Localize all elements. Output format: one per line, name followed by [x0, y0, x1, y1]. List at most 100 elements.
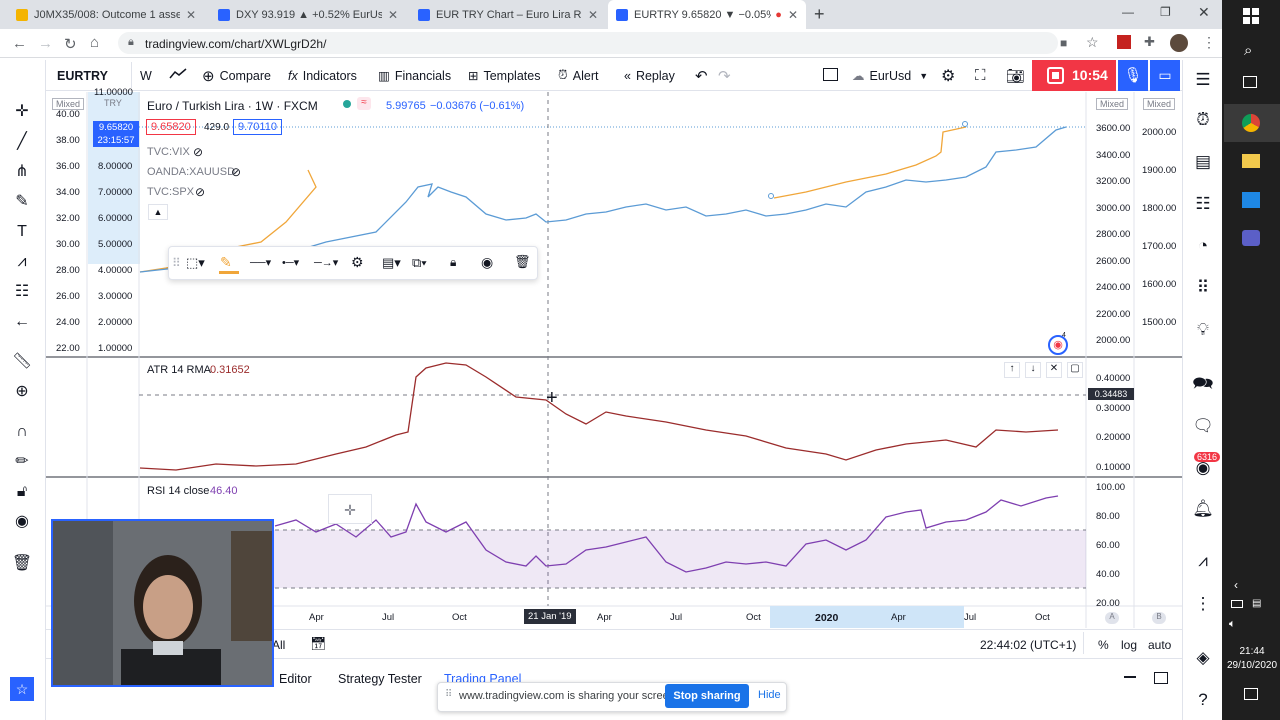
- crosshair-tool-icon[interactable]: ✛: [8, 101, 36, 123]
- close-icon[interactable]: ✕: [186, 8, 196, 22]
- delete-drawing-trash-icon[interactable]: 🗑︎: [514, 254, 531, 270]
- new-tab-icon[interactable]: +: [814, 4, 825, 25]
- scale-b-letter[interactable]: B: [1152, 612, 1166, 624]
- back-arrow-icon[interactable]: ←: [12, 35, 27, 52]
- lock-drawing-icon[interactable]: 🔒︎: [450, 255, 456, 270]
- alert-button[interactable]: ⏰︎ Alert: [558, 60, 598, 91]
- chat-icon[interactable]: 🗪︎: [1191, 372, 1215, 396]
- grid-dots-icon[interactable]: ⠿: [1191, 276, 1215, 300]
- zoom-in-icon[interactable]: ⊕: [8, 381, 36, 403]
- window-close-icon[interactable]: ✕: [1198, 4, 1210, 21]
- range-all-button[interactable]: All: [272, 638, 285, 652]
- timezone-clock[interactable]: 22:44:02 (UTC+1): [980, 638, 1076, 652]
- favorites-star-icon[interactable]: ☆: [10, 677, 34, 701]
- hidden-eye-icon[interactable]: ⊘: [195, 185, 205, 199]
- windows-start-icon[interactable]: [1243, 8, 1259, 24]
- overlay-vix-label[interactable]: TVC:VIX: [147, 146, 190, 158]
- pen-color-icon[interactable]: ✎: [220, 254, 232, 271]
- tab-pine-editor[interactable]: Editor: [279, 672, 312, 686]
- go-to-date-calendar-icon[interactable]: 📅︎: [310, 636, 327, 652]
- line-style-icon[interactable]: ──▾: [250, 256, 271, 269]
- lock-icon[interactable]: 🔒︎: [128, 36, 134, 49]
- browser-menu-icon[interactable]: ⋮: [1202, 34, 1216, 51]
- minimize-icon[interactable]: —: [1122, 5, 1134, 19]
- log-scale-toggle[interactable]: log: [1121, 638, 1137, 652]
- task-view-icon[interactable]: [1243, 76, 1257, 88]
- settings-gear-icon[interactable]: ⚙: [941, 60, 955, 91]
- browser-tab-4-active[interactable]: EURTRY 9.65820 ▼ −0.05% F ● ✕: [608, 0, 806, 29]
- drag-handle-icon[interactable]: ⠿: [172, 256, 181, 270]
- remove-drawings-trash-icon[interactable]: 🗑︎: [8, 553, 36, 575]
- home-icon[interactable]: ⌂: [90, 34, 99, 51]
- percent-scale-toggle[interactable]: %: [1098, 638, 1109, 652]
- close-icon[interactable]: ✕: [588, 8, 598, 22]
- line-width-icon[interactable]: •─▾: [282, 256, 299, 269]
- photos-icon[interactable]: [1242, 192, 1260, 208]
- move-pane-down-icon[interactable]: ↓: [1025, 362, 1041, 378]
- line-end-icon[interactable]: ─→▾: [314, 256, 338, 269]
- scale-a-letter[interactable]: A: [1105, 612, 1119, 624]
- layout-select-icon[interactable]: [823, 68, 838, 81]
- chart-type-line-icon[interactable]: [168, 66, 188, 82]
- data-window-icon[interactable]: ▤: [1191, 150, 1215, 174]
- pane-drag-crosshair-icon[interactable]: ✛: [328, 494, 372, 524]
- profile-avatar[interactable]: [1170, 34, 1188, 52]
- reload-icon[interactable]: ↻: [64, 35, 77, 53]
- atr-indicator-label[interactable]: ATR 14 RMA: [147, 364, 211, 376]
- magnet-icon[interactable]: ∩: [8, 421, 36, 443]
- undo-icon[interactable]: ↶: [695, 60, 708, 91]
- pdf-extension-icon[interactable]: [1117, 35, 1131, 49]
- right-scale-a-mode-label[interactable]: Mixed: [1096, 98, 1129, 110]
- fullscreen-icon[interactable]: ⛶: [975, 60, 986, 91]
- maximize-icon[interactable]: ❐: [1160, 5, 1171, 19]
- stop-record-icon[interactable]: [1047, 67, 1064, 84]
- close-icon[interactable]: ✕: [388, 8, 398, 22]
- browser-tab-1[interactable]: J0MX35/008: Outcome 1 assessm ✕: [8, 0, 204, 29]
- video-camera-icon[interactable]: ▭: [1150, 60, 1180, 91]
- replay-button[interactable]: « Replay: [624, 60, 675, 91]
- browser-tab-2[interactable]: DXY 93.919 ▲ +0.52% EurUsd ✕: [210, 0, 406, 29]
- alerts-clock-icon[interactable]: ⏰︎: [1191, 108, 1215, 132]
- hidden-eye-icon[interactable]: ⊘: [231, 165, 241, 179]
- microphone-icon[interactable]: 🎙︎: [1118, 60, 1148, 91]
- minimize-panel-icon[interactable]: [1124, 676, 1136, 678]
- file-explorer-icon[interactable]: [1242, 154, 1260, 168]
- template-icon[interactable]: ⬚▾: [186, 255, 205, 271]
- hide-drawing-eye-icon[interactable]: ◉: [481, 254, 493, 271]
- layout-name-button[interactable]: ☁︎ EurUsd ▼: [852, 60, 928, 91]
- extensions-puzzle-icon[interactable]: ✚: [1144, 34, 1155, 50]
- trend-line-tool-icon[interactable]: ╱: [8, 131, 36, 153]
- interval-button[interactable]: W: [140, 60, 152, 91]
- maximize-panel-icon[interactable]: [1154, 672, 1168, 684]
- notifications-icon[interactable]: [1244, 688, 1258, 700]
- notifications-bell-icon[interactable]: 🔔︎: [1191, 497, 1215, 521]
- chats-icon[interactable]: 🗨︎: [1191, 414, 1215, 438]
- back-arrow-tool-icon[interactable]: ←: [8, 311, 36, 333]
- brush-tool-icon[interactable]: ✎: [8, 191, 36, 213]
- drawing-settings-gear-icon[interactable]: ⚙: [351, 254, 364, 271]
- pitchfork-tool-icon[interactable]: ⋔: [8, 161, 36, 183]
- pattern-tool-icon[interactable]: ⩘: [8, 251, 36, 273]
- drawing-anchor-point[interactable]: [768, 193, 774, 199]
- camera-indicator-icon[interactable]: ■: [1060, 36, 1067, 50]
- stay-in-drawing-mode-icon[interactable]: ✏︎: [8, 451, 36, 473]
- network-icon[interactable]: ▤: [1252, 598, 1261, 609]
- rsi-indicator-label[interactable]: RSI 14 close: [147, 485, 209, 497]
- auto-scale-toggle[interactable]: auto: [1148, 638, 1171, 652]
- hotlist-icon[interactable]: ☷: [1191, 192, 1215, 216]
- order-panel-icon[interactable]: ⋮: [1191, 592, 1215, 616]
- drawing-anchor-point[interactable]: [962, 121, 968, 127]
- indicators-button[interactable]: fx Indicators: [288, 60, 357, 91]
- snapshot-camera-icon[interactable]: 📷︎: [1006, 60, 1025, 91]
- forward-arrow-icon[interactable]: →: [38, 35, 53, 52]
- prediction-tool-icon[interactable]: ☷: [8, 281, 36, 303]
- templates-button[interactable]: ⊞ Templates: [468, 60, 540, 91]
- lock-drawings-icon[interactable]: 🔓︎: [8, 481, 36, 503]
- redo-icon[interactable]: ↷: [718, 60, 731, 91]
- layers-icon[interactable]: ◈: [1191, 646, 1215, 670]
- hidden-eye-icon[interactable]: ⊘: [193, 145, 203, 159]
- show-hidden-icons-chevron-icon[interactable]: ‹: [1234, 578, 1238, 592]
- tab-strategy-tester[interactable]: Strategy Tester: [338, 672, 422, 686]
- ruler-icon[interactable]: 📏︎: [8, 351, 36, 373]
- overlay-spx-label[interactable]: TVC:SPX: [147, 186, 194, 198]
